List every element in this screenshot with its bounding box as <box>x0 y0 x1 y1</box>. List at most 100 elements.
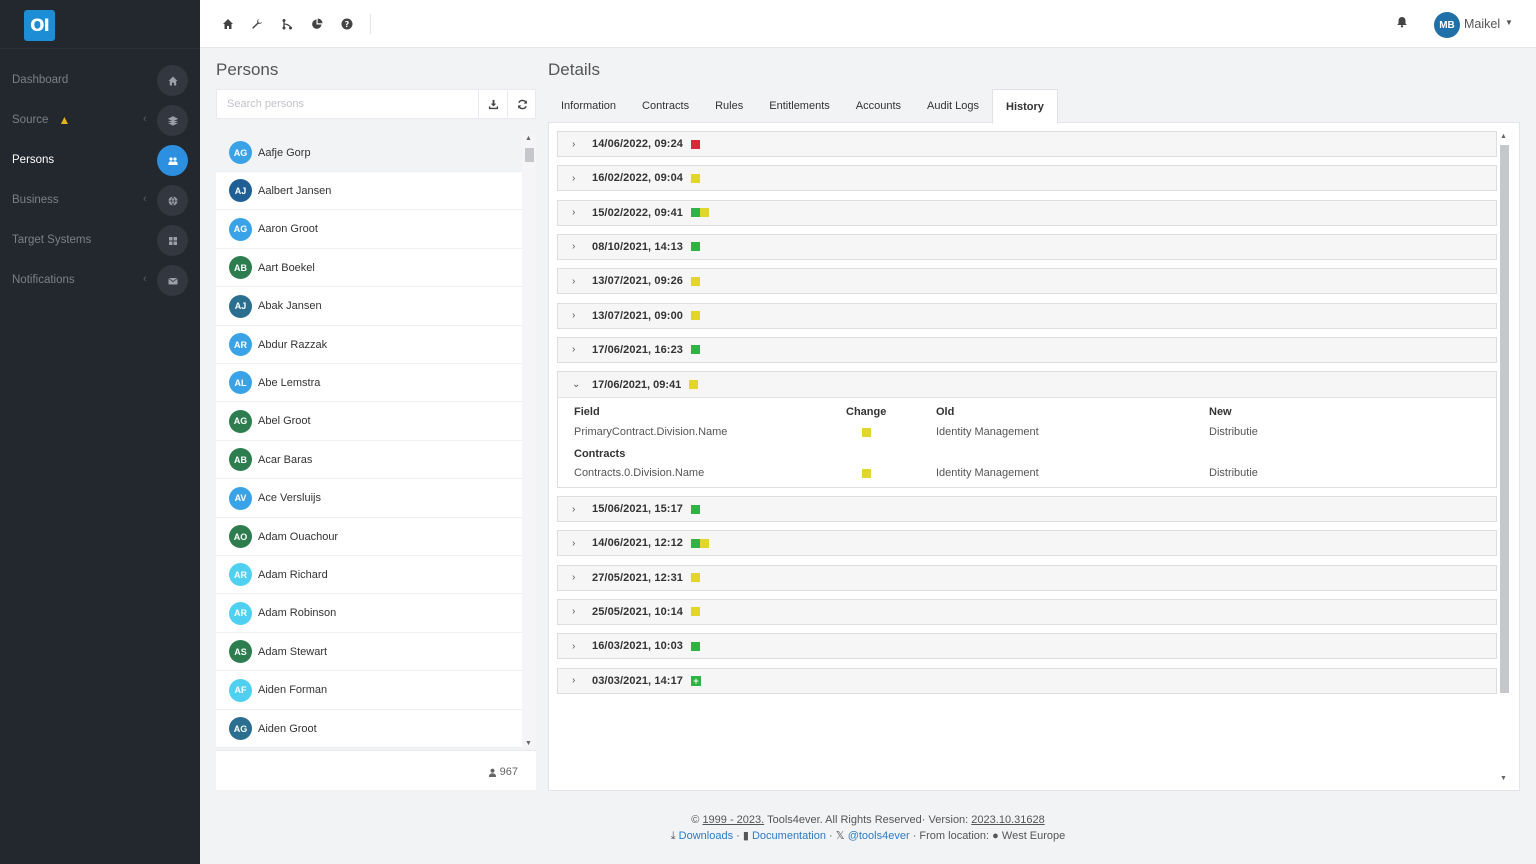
person-name: Acar Baras <box>258 453 313 466</box>
sidebar-item-source[interactable]: Source ▲ ‹ <box>0 100 200 140</box>
person-list-item[interactable]: AS Adam Stewart <box>216 633 522 672</box>
avatar: AO <box>229 525 252 548</box>
details-title: Details <box>548 60 600 79</box>
persons-scrollbar[interactable]: ▲ ▼ <box>522 134 536 748</box>
scroll-down-arrow-icon[interactable]: ▼ <box>525 740 532 747</box>
svg-text:?: ? <box>345 20 350 29</box>
user-avatar[interactable]: MB <box>1434 12 1460 38</box>
person-list-item[interactable]: AJ Aalbert Jansen <box>216 172 522 211</box>
history-date: 17/06/2021, 09:41 <box>592 378 682 391</box>
person-list-item[interactable]: AJ Abak Jansen <box>216 287 522 326</box>
person-list-item[interactable]: AF Aiden Forman <box>216 671 522 710</box>
user-name[interactable]: Maikel <box>1464 17 1500 31</box>
sidebar-item-business[interactable]: Business ‹ <box>0 180 200 220</box>
tab-information[interactable]: Information <box>548 89 629 123</box>
warning-icon: ▲ <box>58 113 71 127</box>
history-entry[interactable]: › 27/05/2021, 12:31 <box>557 564 1497 591</box>
history-entry[interactable]: › 14/06/2021, 12:12 <box>557 530 1497 557</box>
avatar: AB <box>229 256 252 280</box>
history-entry[interactable]: › 17/06/2021, 16:23 <box>557 336 1497 363</box>
pie-chart-icon[interactable] <box>310 17 324 31</box>
envelope-icon <box>157 265 188 296</box>
sidebar-item-target-systems[interactable]: Target Systems <box>0 220 200 260</box>
person-list-item[interactable]: AG Aiden Groot <box>216 710 522 748</box>
download-button[interactable] <box>478 90 507 118</box>
tab-rules[interactable]: Rules <box>702 89 756 123</box>
change-marker <box>691 276 700 286</box>
person-list-item[interactable]: AV Ace Versluijs <box>216 479 522 518</box>
downloads-link[interactable]: Downloads <box>679 830 733 842</box>
scroll-up-arrow-icon[interactable]: ▲ <box>525 135 532 142</box>
person-list-item[interactable]: AG Aafje Gorp <box>216 134 522 172</box>
persons-list-footer: 967 <box>216 750 536 790</box>
tab-audit-logs[interactable]: Audit Logs <box>914 89 992 123</box>
person-name: Ace Versluijs <box>258 492 321 505</box>
tab-contracts[interactable]: Contracts <box>629 89 702 123</box>
grid-icon <box>157 225 188 256</box>
person-count: 967 <box>488 766 518 778</box>
person-name: Adam Ouachour <box>258 530 339 543</box>
bell-icon[interactable] <box>1396 16 1410 30</box>
person-list-item[interactable]: AR Adam Richard <box>216 556 522 595</box>
avatar: AR <box>229 601 252 625</box>
sidebar-item-label: Source <box>12 114 49 126</box>
tab-accounts[interactable]: Accounts <box>843 89 914 123</box>
avatar: AG <box>229 141 252 164</box>
twitter-link[interactable]: @tools4ever <box>848 830 910 842</box>
scrollbar-thumb[interactable] <box>525 148 534 162</box>
download-icon: ⤓ <box>670 830 676 842</box>
toolbar-divider <box>370 14 371 34</box>
person-list-item[interactable]: AB Acar Baras <box>216 441 522 480</box>
user-menu-caret-icon[interactable]: ▼ <box>1505 18 1513 27</box>
history-entry[interactable]: › 16/03/2021, 10:03 <box>557 633 1497 660</box>
globe-icon: ● <box>992 830 999 842</box>
avatar: AG <box>229 217 252 241</box>
refresh-button[interactable] <box>507 90 536 118</box>
documentation-link[interactable]: Documentation <box>752 830 826 842</box>
sidebar-item-notifications[interactable]: Notifications ‹ <box>0 260 200 300</box>
search-persons-input[interactable] <box>217 90 477 118</box>
history-entry[interactable]: › 25/05/2021, 10:14 <box>557 598 1497 625</box>
history-entry[interactable]: › 15/06/2021, 15:17 <box>557 496 1497 522</box>
history-entry[interactable]: › 16/02/2022, 09:04 <box>557 165 1497 192</box>
wrench-icon[interactable] <box>250 17 264 31</box>
person-list-item[interactable]: AR Abdur Razzak <box>216 326 522 364</box>
help-icon[interactable]: ? <box>340 17 354 31</box>
change-marker <box>691 345 700 355</box>
tab-history[interactable]: History <box>992 89 1058 124</box>
scroll-up-arrow-icon[interactable]: ▲ <box>1500 133 1507 140</box>
location-value: West Europe <box>1001 830 1066 842</box>
scrollbar-thumb[interactable] <box>1500 145 1509 693</box>
history-entry[interactable]: › 13/07/2021, 09:00 <box>557 302 1497 329</box>
persons-title: Persons <box>216 60 279 79</box>
person-list-item[interactable]: AG Abel Groot <box>216 402 522 441</box>
app-logo[interactable]: OI <box>24 10 55 41</box>
history-entry[interactable]: › 14/06/2022, 09:24 <box>557 131 1497 157</box>
history-entry[interactable]: › 08/10/2021, 14:13 <box>557 233 1497 260</box>
sidebar-item-persons[interactable]: Persons <box>0 140 200 180</box>
history-entry[interactable]: › 13/07/2021, 09:26 <box>557 268 1497 295</box>
sidebar-item-dashboard[interactable]: Dashboard <box>0 60 200 100</box>
chevron-right-icon: › <box>572 275 576 287</box>
person-list-item[interactable]: AR Adam Robinson <box>216 594 522 633</box>
chevron-right-icon: › <box>572 344 576 356</box>
person-list-item[interactable]: AL Abe Lemstra <box>216 364 522 403</box>
scroll-down-arrow-icon[interactable]: ▼ <box>1500 775 1507 782</box>
tab-entitlements[interactable]: Entitlements <box>756 89 843 123</box>
old-value: Identity Management <box>936 426 1039 438</box>
history-entry[interactable]: › 15/02/2022, 09:41 <box>557 199 1497 226</box>
version-link[interactable]: 2023.10.31628 <box>971 814 1044 826</box>
home-icon[interactable] <box>221 17 235 31</box>
flow-icon[interactable] <box>280 17 294 31</box>
person-name: Aart Boekel <box>258 261 315 274</box>
person-list-item[interactable]: AG Aaron Groot <box>216 210 522 249</box>
history-entry-header[interactable]: ⌄ 17/06/2021, 09:41 <box>558 372 1496 398</box>
sidebar-item-label: Notifications <box>12 274 75 286</box>
person-list-item[interactable]: AB Aart Boekel <box>216 249 522 288</box>
history-entry[interactable]: › 03/03/2021, 14:17 + <box>557 667 1497 694</box>
person-list-item[interactable]: AO Adam Ouachour <box>216 518 522 556</box>
details-scrollbar[interactable]: ▲ ▼ <box>1497 133 1511 782</box>
field-name: PrimaryContract.Division.Name <box>574 426 728 438</box>
change-marker <box>691 538 700 548</box>
chevron-left-icon: ‹ <box>143 273 147 285</box>
